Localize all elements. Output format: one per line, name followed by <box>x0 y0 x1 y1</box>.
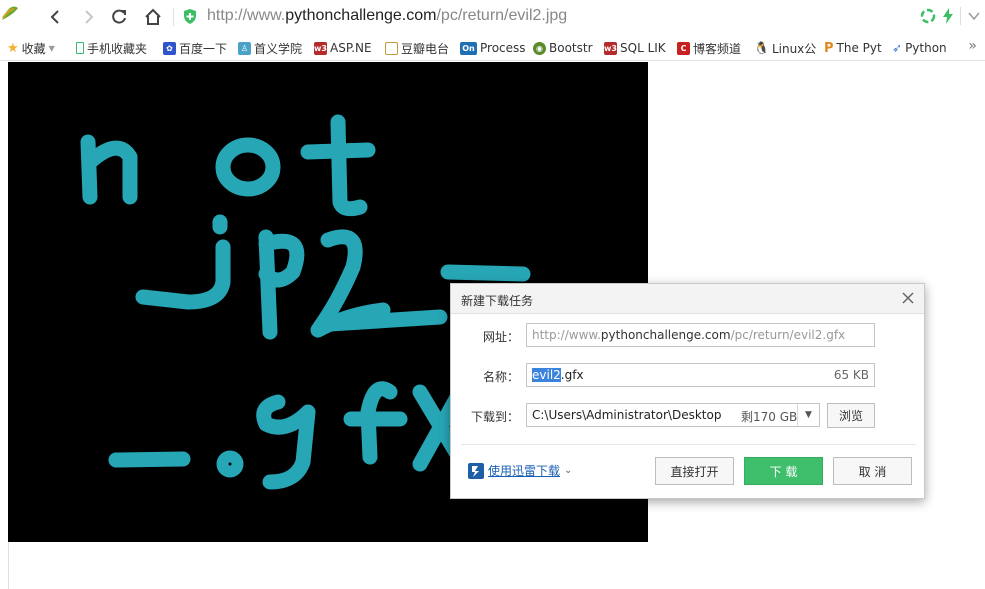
w3-icon: w3 <box>314 41 327 55</box>
free-space: 剩170 GB <box>741 410 798 424</box>
forward-button[interactable] <box>77 5 101 29</box>
chevron-down-icon[interactable]: ⌄ <box>564 465 572 476</box>
name-label: 名称： <box>482 370 519 384</box>
recycle-icon[interactable] <box>920 8 936 24</box>
home-icon <box>145 8 161 25</box>
download-url-field[interactable]: http://www.pythonchallenge.com/pc/return… <box>526 323 875 347</box>
bookmark-item[interactable]: ✿ 百度一下 <box>163 39 227 57</box>
bookmark-item[interactable]: On Process <box>460 39 526 57</box>
refresh-icon <box>112 9 126 24</box>
bookmark-item[interactable]: P The Pyt <box>824 39 882 57</box>
chevron-down-icon[interactable] <box>967 9 981 23</box>
c-icon: C <box>677 41 690 55</box>
refresh-button[interactable] <box>107 5 131 29</box>
url-field[interactable]: http://www.pythonchallenge.com/pc/return… <box>207 7 567 25</box>
chevron-left-icon <box>50 10 59 24</box>
eye-icon: ◉ <box>533 41 546 55</box>
phone-icon <box>76 42 84 54</box>
file-size: 65 KB <box>833 368 869 382</box>
dialog-title: 新建下载任务 <box>461 294 534 308</box>
bookmark-item[interactable]: ◉ Bootstr <box>533 39 593 57</box>
more-bookmarks-icon[interactable]: » <box>968 38 977 54</box>
new-download-dialog: 新建下载任务 网址： http://www.pythonchallenge.co… <box>450 283 925 499</box>
chevron-down-icon: ▼ <box>48 43 55 53</box>
shield-icon[interactable] <box>183 9 197 24</box>
url-host: pythonchallenge.com <box>285 7 437 24</box>
url-scheme: http://www. <box>207 7 286 24</box>
on-icon: On <box>460 41 477 55</box>
back-button[interactable] <box>43 5 67 29</box>
bookmarks-bar: ★ 收藏 ▼ 手机收藏夹 ✿ 百度一下 ♙ 首义学院 w3 ASP.NE 豆瓣电… <box>0 34 985 61</box>
star-icon: ★ <box>7 40 19 56</box>
thunder-icon <box>468 462 484 479</box>
file-name-selection: evil2 <box>532 368 561 382</box>
address-bar-actions <box>920 7 981 25</box>
close-icon[interactable] <box>900 290 916 306</box>
bookmark-item[interactable]: 🐧 Linux公 <box>754 39 816 57</box>
url-path: /pc/return/evil2.jpg <box>436 7 568 24</box>
dialog-title-bar: 新建下载任务 <box>451 284 924 314</box>
browser-logo-icon <box>2 6 18 20</box>
douban-icon <box>385 41 398 55</box>
linux-icon: 🐧 <box>754 41 769 55</box>
bookmark-item[interactable]: ♙ 首义学院 <box>238 39 302 57</box>
home-button[interactable] <box>141 5 165 29</box>
bookmark-item[interactable]: ➶ Python <box>892 39 947 57</box>
bookmark-item[interactable]: 豆瓣电台 <box>385 39 449 57</box>
school-icon: ♙ <box>238 41 251 55</box>
address-bar-row: http://www.pythonchallenge.com/pc/return… <box>0 0 985 34</box>
dropdown-arrow-icon[interactable]: ▼ <box>797 404 819 426</box>
browse-button[interactable]: 浏览 <box>827 403 875 428</box>
bookmark-favorites[interactable]: ★ 收藏 ▼ <box>7 39 55 57</box>
bookmark-item[interactable]: w3 ASP.NE <box>314 39 372 57</box>
toolbar-divider <box>960 7 961 25</box>
file-name-extension: .gfx <box>560 368 584 382</box>
bookmark-item[interactable]: C 博客频道 <box>677 39 741 57</box>
save-path-select[interactable]: C:\Users\Administrator\Desktop 剩170 GB ▼ <box>526 403 820 427</box>
dialog-divider <box>461 444 916 445</box>
save-path-value: C:\Users\Administrator\Desktop <box>532 408 722 422</box>
cancel-button[interactable]: 取 消 <box>833 457 912 485</box>
w3-icon: w3 <box>604 41 617 55</box>
toolbar-divider <box>173 8 174 26</box>
file-name-field[interactable]: evil2.gfx 65 KB <box>526 363 875 387</box>
save-path-label: 下载到： <box>470 410 519 424</box>
chevron-right-icon <box>85 10 94 24</box>
url-label: 网址： <box>482 330 519 344</box>
rocket-icon: ➶ <box>892 41 903 55</box>
bookmark-item[interactable]: w3 SQL LIK <box>604 39 666 57</box>
baidu-paw-icon: ✿ <box>163 41 176 55</box>
python-p-icon: P <box>824 40 834 56</box>
lightning-icon[interactable] <box>942 8 954 24</box>
open-directly-button[interactable]: 直接打开 <box>655 457 734 485</box>
download-button[interactable]: 下 载 <box>744 457 823 485</box>
thunder-download-option[interactable]: 使用迅雷下载 ⌄ <box>468 462 572 479</box>
thunder-download-link[interactable]: 使用迅雷下载 <box>488 462 560 479</box>
bookmark-item[interactable]: 手机收藏夹 <box>76 39 147 57</box>
